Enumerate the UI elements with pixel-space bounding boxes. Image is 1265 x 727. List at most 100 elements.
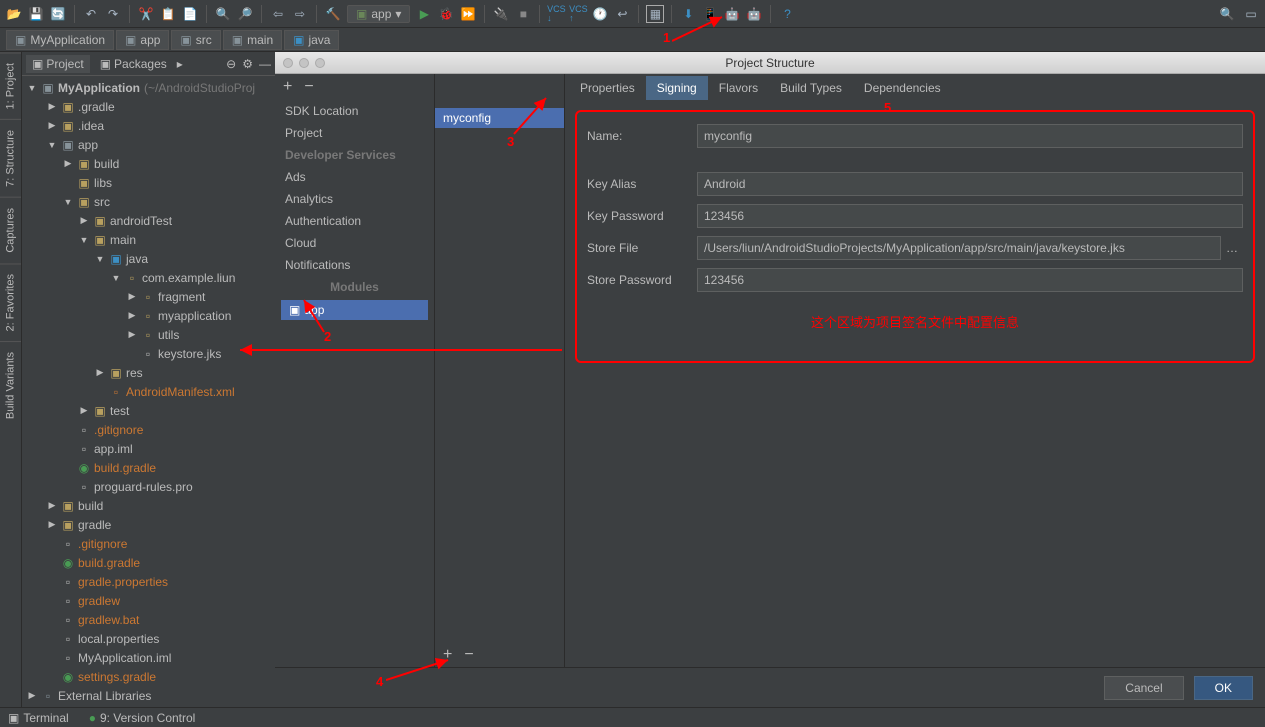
make-icon[interactable]: 🔨 bbox=[325, 6, 341, 22]
add-icon[interactable]: + bbox=[283, 78, 292, 96]
ok-button[interactable]: OK bbox=[1194, 676, 1253, 700]
hide-icon[interactable]: — bbox=[259, 57, 271, 71]
search-everywhere-icon[interactable]: 🔍 bbox=[1219, 6, 1235, 22]
config-myconfig[interactable]: myconfig bbox=[435, 108, 564, 128]
tab-build-types[interactable]: Build Types bbox=[769, 76, 853, 100]
input-key-password[interactable] bbox=[697, 204, 1243, 228]
back-icon[interactable]: ⇦ bbox=[270, 6, 286, 22]
browse-store-file-button[interactable]: … bbox=[1221, 241, 1243, 255]
crumb-myapplication[interactable]: ▣MyApplication bbox=[6, 30, 114, 50]
tab-dependencies[interactable]: Dependencies bbox=[853, 76, 952, 100]
tree-item--gradle[interactable]: ▣.gradle bbox=[22, 97, 275, 116]
gear-icon[interactable]: ⚙ bbox=[242, 57, 253, 71]
sidetab-favorites[interactable]: 2: Favorites bbox=[0, 263, 21, 341]
nav-analytics[interactable]: Analytics bbox=[275, 188, 434, 210]
tab-properties[interactable]: Properties bbox=[569, 76, 646, 100]
nav-authentication[interactable]: Authentication bbox=[275, 210, 434, 232]
tab-signing[interactable]: Signing bbox=[646, 76, 708, 100]
android-logo-icon[interactable]: 🤖 bbox=[746, 6, 762, 22]
tree-item-AndroidManifest-xml[interactable]: ▫AndroidManifest.xml bbox=[22, 382, 275, 401]
chevron-right-icon[interactable]: ▸ bbox=[177, 57, 183, 71]
tree-item-fragment[interactable]: ▫fragment bbox=[22, 287, 275, 306]
cancel-button[interactable]: Cancel bbox=[1104, 676, 1183, 700]
status-terminal[interactable]: ▣Terminal bbox=[8, 711, 69, 725]
nav-notifications[interactable]: Notifications bbox=[275, 254, 434, 276]
attach-debugger-icon[interactable]: 🔌 bbox=[493, 6, 509, 22]
minimize-icon[interactable] bbox=[299, 58, 309, 68]
sync-icon[interactable]: 🔄 bbox=[50, 6, 66, 22]
tree-item-app-iml[interactable]: ▫app.iml bbox=[22, 439, 275, 458]
paste-icon[interactable]: 📄 bbox=[182, 6, 198, 22]
help-icon[interactable]: ? bbox=[779, 6, 795, 22]
close-icon[interactable] bbox=[283, 58, 293, 68]
tree-item--gitignore[interactable]: ▫.gitignore bbox=[22, 534, 275, 553]
profile-icon[interactable]: ⏩ bbox=[460, 6, 476, 22]
crumb-app[interactable]: ▣app bbox=[116, 30, 169, 50]
project-structure-icon[interactable]: ▦ bbox=[647, 6, 663, 22]
run-config-dropdown[interactable]: ▣ app ▾ bbox=[347, 5, 410, 23]
save-icon[interactable]: 💾 bbox=[28, 6, 44, 22]
tree-root[interactable]: ▣MyApplication(~/AndroidStudioProj bbox=[22, 78, 275, 97]
tab-project[interactable]: ▣Project bbox=[26, 55, 90, 73]
sdk-manager-icon[interactable]: ⬇ bbox=[680, 6, 696, 22]
cut-icon[interactable]: ✂️ bbox=[138, 6, 154, 22]
crumb-main[interactable]: ▣main bbox=[223, 30, 282, 50]
input-name[interactable] bbox=[697, 124, 1243, 148]
vcs-commit-icon[interactable]: VCS↑ bbox=[570, 6, 586, 22]
open-icon[interactable]: 📂 bbox=[6, 6, 22, 22]
tree-item-build-gradle[interactable]: ◉build.gradle bbox=[22, 458, 275, 477]
tree-item-utils[interactable]: ▫utils bbox=[22, 325, 275, 344]
tree-item-androidTest[interactable]: ▣androidTest bbox=[22, 211, 275, 230]
tree-item-gradle[interactable]: ▣gradle bbox=[22, 515, 275, 534]
tree-item--gitignore[interactable]: ▫.gitignore bbox=[22, 420, 275, 439]
tree-item-gradlew[interactable]: ▫gradlew bbox=[22, 591, 275, 610]
input-store-password[interactable] bbox=[697, 268, 1243, 292]
copy-icon[interactable]: 📋 bbox=[160, 6, 176, 22]
tree-item-keystore-jks[interactable]: ▫keystore.jks bbox=[22, 344, 275, 363]
tab-packages[interactable]: ▣Packages bbox=[94, 55, 173, 73]
sidetab-captures[interactable]: Captures bbox=[0, 197, 21, 263]
tree-item-gradle-properties[interactable]: ▫gradle.properties bbox=[22, 572, 275, 591]
status-version-control[interactable]: ●9: Version Control bbox=[89, 711, 196, 725]
module-app[interactable]: ▣app bbox=[281, 300, 428, 320]
stop-icon[interactable]: ■ bbox=[515, 6, 531, 22]
tree-item-settings-gradle[interactable]: ◉settings.gradle bbox=[22, 667, 275, 686]
vcs-history-icon[interactable]: 🕐 bbox=[592, 6, 608, 22]
find-icon[interactable]: 🔍 bbox=[215, 6, 231, 22]
settings-icon[interactable]: ▭ bbox=[1243, 6, 1259, 22]
nav-ads[interactable]: Ads bbox=[275, 166, 434, 188]
nav-project[interactable]: Project bbox=[275, 122, 434, 144]
debug-icon[interactable]: 🐞 bbox=[438, 6, 454, 22]
tree-item-local-properties[interactable]: ▫local.properties bbox=[22, 629, 275, 648]
tree-item-build[interactable]: ▣build bbox=[22, 154, 275, 173]
tree-item-build-gradle[interactable]: ◉build.gradle bbox=[22, 553, 275, 572]
tree-external-libraries[interactable]: ▫External Libraries bbox=[22, 686, 275, 705]
android-icon[interactable]: 🤖 bbox=[724, 6, 740, 22]
nav-sdk-location[interactable]: SDK Location bbox=[275, 100, 434, 122]
tree-item-MyApplication-iml[interactable]: ▫MyApplication.iml bbox=[22, 648, 275, 667]
crumb-java[interactable]: ▣java bbox=[284, 30, 339, 50]
remove-icon[interactable]: − bbox=[304, 78, 313, 96]
vcs-update-icon[interactable]: VCS↓ bbox=[548, 6, 564, 22]
sidetab-structure[interactable]: 7: Structure bbox=[0, 119, 21, 197]
tree-item-main[interactable]: ▣main bbox=[22, 230, 275, 249]
remove-config-icon[interactable]: − bbox=[464, 646, 473, 664]
replace-icon[interactable]: 🔎 bbox=[237, 6, 253, 22]
tree-item-java[interactable]: ▣java bbox=[22, 249, 275, 268]
tree-item-proguard-rules-pro[interactable]: ▫proguard-rules.pro bbox=[22, 477, 275, 496]
tree-item--idea[interactable]: ▣.idea bbox=[22, 116, 275, 135]
tree-item-com-example-liun[interactable]: ▫com.example.liun bbox=[22, 268, 275, 287]
tree-item-test[interactable]: ▣test bbox=[22, 401, 275, 420]
crumb-src[interactable]: ▣src bbox=[171, 30, 220, 50]
tree-item-myapplication[interactable]: ▫myapplication bbox=[22, 306, 275, 325]
vcs-revert-icon[interactable]: ↩ bbox=[614, 6, 630, 22]
input-key-alias[interactable] bbox=[697, 172, 1243, 196]
tree-item-gradlew-bat[interactable]: ▫gradlew.bat bbox=[22, 610, 275, 629]
tree-item-src[interactable]: ▣src bbox=[22, 192, 275, 211]
redo-icon[interactable]: ↷ bbox=[105, 6, 121, 22]
run-icon[interactable]: ▶ bbox=[416, 6, 432, 22]
tree-item-libs[interactable]: ▣libs bbox=[22, 173, 275, 192]
tree-item-app[interactable]: ▣app bbox=[22, 135, 275, 154]
tree-item-build[interactable]: ▣build bbox=[22, 496, 275, 515]
tree-item-res[interactable]: ▣res bbox=[22, 363, 275, 382]
